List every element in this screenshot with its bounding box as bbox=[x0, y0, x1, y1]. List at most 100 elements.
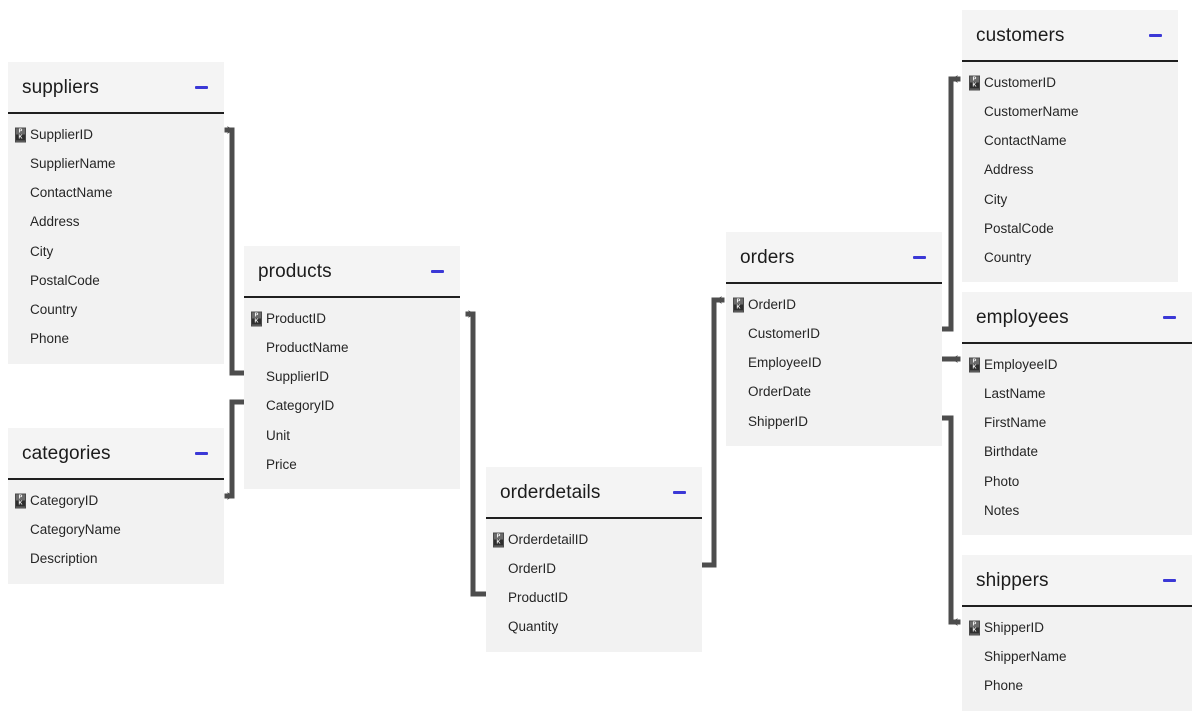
entity-table-customers[interactable]: customers P K CustomerID CustomerName Contact… bbox=[962, 10, 1178, 283]
minimize-bar bbox=[430, 269, 444, 273]
table-fields-employees: P K EmployeeID LastName FirstName Birthdate Ph… bbox=[962, 344, 1192, 535]
field-label: ShipperName bbox=[984, 649, 1067, 665]
field-label: Phone bbox=[30, 331, 70, 347]
entity-table-suppliers[interactable]: suppliers P K SupplierID SupplierName Contact… bbox=[8, 62, 224, 364]
field-row[interactable]: SupplierID bbox=[244, 362, 460, 391]
primary-key-icon: PK bbox=[969, 357, 980, 373]
field-row[interactable]: CustomerName bbox=[962, 97, 1178, 126]
field-row[interactable]: PostalCode bbox=[962, 214, 1178, 243]
field-row[interactable]: P K SupplierID bbox=[8, 120, 224, 149]
field-label: FirstName bbox=[984, 415, 1047, 431]
field-row[interactable]: Address bbox=[8, 208, 224, 237]
table-title-orders: orders bbox=[740, 246, 795, 268]
field-row[interactable]: P K OrderID bbox=[726, 290, 942, 319]
field-row[interactable]: OrderDate bbox=[726, 378, 942, 407]
field-row[interactable]: P K EmployeeID bbox=[962, 350, 1192, 379]
field-row[interactable]: ContactName bbox=[962, 126, 1178, 155]
field-row[interactable]: Country bbox=[8, 295, 224, 324]
field-row[interactable]: Address bbox=[962, 156, 1178, 185]
minimize-bar bbox=[194, 85, 208, 89]
field-row[interactable]: City bbox=[8, 237, 224, 266]
field-row[interactable]: EmployeeID bbox=[726, 348, 942, 377]
field-row[interactable]: LastName bbox=[962, 379, 1192, 408]
field-row[interactable]: CategoryID bbox=[244, 392, 460, 421]
field-row[interactable]: Description bbox=[8, 544, 224, 573]
field-row[interactable]: CustomerID bbox=[726, 319, 942, 348]
field-row[interactable]: ShipperID bbox=[726, 407, 942, 436]
minimize-icon-orders[interactable] bbox=[910, 248, 928, 266]
minimize-bar bbox=[1162, 578, 1176, 582]
field-label: CustomerName bbox=[984, 104, 1079, 120]
field-row[interactable]: ContactName bbox=[8, 178, 224, 207]
minimize-icon-categories[interactable] bbox=[192, 444, 210, 462]
field-label: ProductName bbox=[266, 340, 349, 356]
pk-icon-bottom: K bbox=[970, 364, 979, 371]
field-label: Price bbox=[266, 456, 297, 472]
field-row[interactable]: FirstName bbox=[962, 408, 1192, 437]
field-label: OrderID bbox=[508, 561, 557, 577]
minimize-icon-orderdetails[interactable] bbox=[670, 483, 688, 501]
entity-table-orderdetails[interactable]: orderdetails P K OrderdetailID OrderID Produc… bbox=[486, 467, 702, 652]
field-row[interactable]: Country bbox=[962, 243, 1178, 272]
entity-table-employees[interactable]: employees P K EmployeeID LastName FirstName Bi… bbox=[962, 292, 1192, 536]
field-row[interactable]: City bbox=[962, 185, 1178, 214]
field-row[interactable]: P K ProductID bbox=[244, 304, 460, 333]
entity-table-shippers[interactable]: shippers P K ShipperID ShipperName Phone bbox=[962, 555, 1192, 711]
primary-key-icon: PK bbox=[969, 75, 980, 91]
table-title-categories: categories bbox=[22, 442, 111, 464]
table-header-products: products bbox=[244, 246, 460, 298]
field-row[interactable]: P K ShipperID bbox=[962, 613, 1192, 642]
field-label: Phone bbox=[984, 678, 1024, 694]
table-fields-suppliers: P K SupplierID SupplierName ContactName Addre… bbox=[8, 114, 224, 364]
field-row[interactable]: OrderID bbox=[486, 554, 702, 583]
entity-table-products[interactable]: products P K ProductID ProductName SupplierID… bbox=[244, 246, 460, 490]
table-fields-shippers: P K ShipperID ShipperName Phone bbox=[962, 607, 1192, 711]
connector-products-categories bbox=[224, 399, 247, 500]
field-label: SupplierID bbox=[30, 126, 94, 142]
field-row[interactable]: Notes bbox=[962, 496, 1192, 525]
table-title-employees: employees bbox=[976, 306, 1069, 328]
field-row[interactable]: Photo bbox=[962, 467, 1192, 496]
table-fields-categories: P K CategoryID CategoryName Description bbox=[8, 480, 224, 584]
field-row[interactable]: ProductID bbox=[486, 583, 702, 612]
field-row[interactable]: Quantity bbox=[486, 613, 702, 642]
field-row[interactable]: Phone bbox=[8, 324, 224, 353]
pk-icon-bottom: K bbox=[16, 500, 25, 507]
minimize-icon-customers[interactable] bbox=[1146, 26, 1164, 44]
pk-icon-bottom: K bbox=[16, 134, 25, 141]
field-label: OrderID bbox=[748, 296, 797, 312]
field-row[interactable]: Price bbox=[244, 450, 460, 479]
minimize-icon-suppliers[interactable] bbox=[192, 78, 210, 96]
table-title-customers: customers bbox=[976, 24, 1065, 46]
field-label: ContactName bbox=[984, 133, 1067, 149]
field-row[interactable]: Phone bbox=[962, 671, 1192, 700]
table-header-categories: categories bbox=[8, 428, 224, 480]
connector-orderdetails-orders bbox=[699, 296, 725, 568]
field-row[interactable]: SupplierName bbox=[8, 149, 224, 178]
table-header-orderdetails: orderdetails bbox=[486, 467, 702, 519]
field-row[interactable]: Birthdate bbox=[962, 438, 1192, 467]
field-row[interactable]: P K CustomerID bbox=[962, 68, 1178, 97]
field-row[interactable]: ShipperName bbox=[962, 642, 1192, 671]
field-row[interactable]: PostalCode bbox=[8, 266, 224, 295]
minimize-icon-shippers[interactable] bbox=[1160, 571, 1178, 589]
pk-icon-bottom: K bbox=[252, 318, 261, 325]
entity-table-categories[interactable]: categories P K CategoryID CategoryName Descri… bbox=[8, 428, 224, 584]
primary-key-icon: PK bbox=[251, 311, 262, 327]
field-label: SupplierID bbox=[266, 369, 330, 385]
field-row[interactable]: ProductName bbox=[244, 333, 460, 362]
entity-table-orders[interactable]: orders P K OrderID CustomerID EmployeeID Order… bbox=[726, 232, 942, 446]
minimize-bar bbox=[1162, 315, 1176, 319]
field-row[interactable]: P K OrderdetailID bbox=[486, 525, 702, 554]
field-label: OrderDate bbox=[748, 384, 812, 400]
minimize-icon-employees[interactable] bbox=[1160, 308, 1178, 326]
connector-orderdetails-products bbox=[465, 310, 489, 597]
field-label: ShipperID bbox=[748, 413, 809, 429]
table-header-customers: customers bbox=[962, 10, 1178, 62]
field-row[interactable]: P K CategoryID bbox=[8, 486, 224, 515]
field-label: Unit bbox=[266, 427, 291, 443]
primary-key-icon: PK bbox=[969, 620, 980, 636]
field-row[interactable]: CategoryName bbox=[8, 515, 224, 544]
minimize-icon-products[interactable] bbox=[428, 262, 446, 280]
field-row[interactable]: Unit bbox=[244, 421, 460, 450]
